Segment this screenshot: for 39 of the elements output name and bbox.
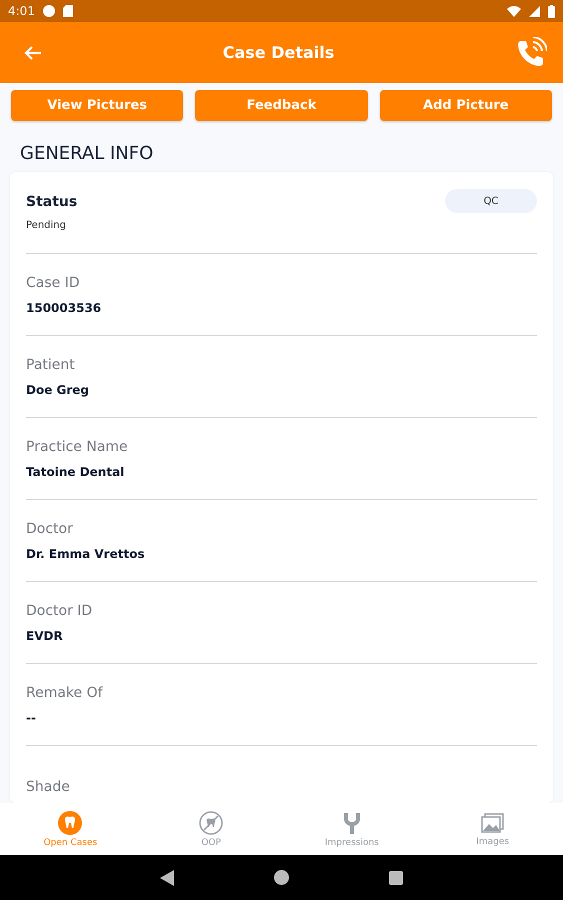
field-value: 150003536 [26,300,102,314]
field-label: Doctor ID [26,602,92,618]
field-label: Case ID [26,274,80,290]
action-button[interactable]: View Pictures [11,90,184,121]
status-badge: QC [445,189,537,213]
back-arrow-icon[interactable] [24,44,42,60]
nav-tab[interactable]: Images [422,803,563,855]
field-value: EVDR [26,628,63,642]
field-label: Shade [26,778,70,794]
field-label: Practice Name [26,438,128,454]
recents-icon[interactable] [389,870,403,884]
images-icon [480,812,505,834]
action-button[interactable]: Feedback [195,90,368,121]
field-value: -- [26,710,36,724]
field-value: Pending [26,220,66,231]
home-icon[interactable] [274,870,289,885]
nav-tab[interactable]: Open Cases [0,803,141,855]
phone-call-icon[interactable] [515,36,547,68]
section-heading: GENERAL INFO [19,142,154,166]
battery-icon [548,4,555,18]
tooth-crossed-icon [199,810,224,834]
field-value: Tatoine Dental [26,464,124,478]
back-icon[interactable] [160,870,174,886]
sd-card-icon [62,5,73,17]
screen-title: Case Details [222,43,334,62]
nav-tab[interactable]: Impressions [282,803,422,855]
field-label: Remake Of [26,684,103,700]
field-label: Status [26,194,78,210]
field-value: Doe Greg [26,382,90,396]
tooth-icon [58,810,82,834]
nav-tab[interactable]: OOP [140,803,282,855]
field-value: Dr. Emma Vrettos [26,546,145,560]
wifi-icon [507,6,521,16]
field-label: Patient [26,356,75,372]
field-label: Doctor [26,520,73,536]
status-time: 4:01 [8,4,35,18]
action-button[interactable]: Add Picture [380,90,552,121]
signal-icon [529,6,540,16]
app-notification-icon [42,5,55,17]
